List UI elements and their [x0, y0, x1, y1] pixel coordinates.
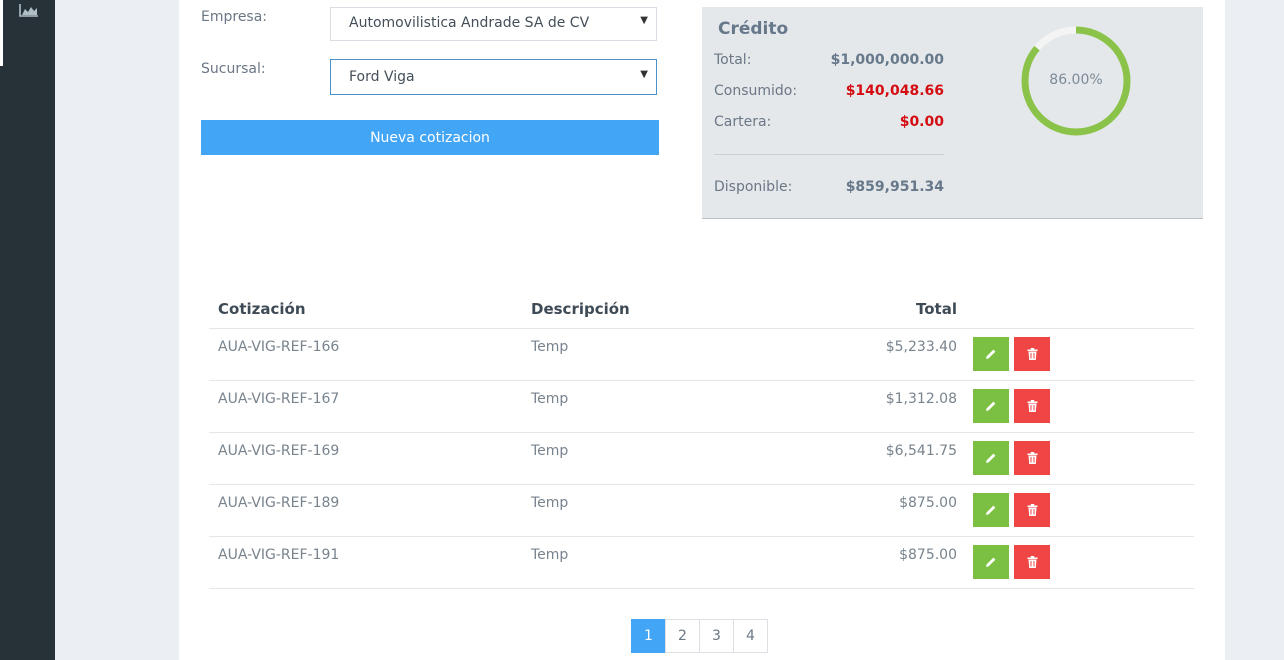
- trash-icon: [1027, 504, 1038, 516]
- sucursal-select[interactable]: Ford Viga ▼: [330, 59, 657, 95]
- total-cell: $6,541.75: [885, 443, 957, 459]
- trash-icon: [1027, 556, 1038, 568]
- empresa-selected-value: Automovilistica Andrade SA de CV: [349, 15, 590, 31]
- pencil-icon: [985, 452, 997, 464]
- chevron-down-icon: ▼: [640, 15, 648, 26]
- description-cell: Temp: [531, 443, 569, 459]
- quote-id-cell: AUA-VIG-REF-189: [218, 495, 340, 511]
- sucursal-selected-value: Ford Viga: [349, 69, 415, 85]
- delete-button[interactable]: [1014, 389, 1050, 423]
- credit-divider: [714, 154, 944, 155]
- pagination: 1 2 3 4: [631, 619, 768, 653]
- credit-row-portfolio: Cartera: $0.00: [714, 114, 944, 130]
- sucursal-label: Sucursal:: [201, 61, 266, 77]
- page-link-4[interactable]: 4: [733, 619, 768, 653]
- delete-button[interactable]: [1014, 493, 1050, 527]
- trash-icon: [1027, 400, 1038, 412]
- pencil-icon: [985, 556, 997, 568]
- trash-icon: [1027, 348, 1038, 360]
- delete-button[interactable]: [1014, 441, 1050, 475]
- row-divider: [209, 588, 1194, 589]
- page-link-2[interactable]: 2: [665, 619, 700, 653]
- credit-title: Crédito: [718, 19, 789, 39]
- page-link-3[interactable]: 3: [699, 619, 734, 653]
- credit-portfolio-value: $0.00: [899, 114, 944, 130]
- pencil-icon: [985, 504, 997, 516]
- quote-id-cell: AUA-VIG-REF-169: [218, 443, 340, 459]
- credit-consumed-label: Consumido:: [714, 83, 798, 99]
- new-quote-button[interactable]: Nueva cotizacion: [201, 120, 659, 155]
- credit-portfolio-label: Cartera:: [714, 114, 772, 130]
- credit-available-value: $859,951.34: [845, 179, 944, 195]
- credit-total-label: Total:: [714, 52, 752, 68]
- delete-button[interactable]: [1014, 337, 1050, 371]
- credit-consumed-value: $140,048.66: [845, 83, 944, 99]
- description-cell: Temp: [531, 391, 569, 407]
- description-cell: Temp: [531, 495, 569, 511]
- credit-row-available: Disponible: $859,951.34: [714, 179, 944, 195]
- trash-icon: [1027, 452, 1038, 464]
- credit-total-value: $1,000,000.00: [830, 52, 944, 68]
- empresa-label: Empresa:: [201, 9, 268, 25]
- col-header-quote: Cotización: [218, 300, 306, 318]
- edit-button[interactable]: [973, 441, 1009, 475]
- col-header-description: Descripción: [531, 300, 630, 318]
- description-cell: Temp: [531, 547, 569, 563]
- sidebar: [0, 0, 55, 660]
- edit-button[interactable]: [973, 389, 1009, 423]
- total-cell: $875.00: [899, 495, 957, 511]
- quote-id-cell: AUA-VIG-REF-166: [218, 339, 340, 355]
- description-cell: Temp: [531, 339, 569, 355]
- sidebar-active-indicator: [0, 0, 3, 66]
- edit-button[interactable]: [973, 337, 1009, 371]
- credit-row-total: Total: $1,000,000.00: [714, 52, 944, 68]
- total-cell: $1,312.08: [885, 391, 957, 407]
- page-link-1[interactable]: 1: [631, 619, 666, 653]
- col-header-total: Total: [916, 300, 957, 318]
- credit-panel: Crédito Total: $1,000,000.00 Consumido: …: [702, 7, 1203, 219]
- edit-button[interactable]: [973, 493, 1009, 527]
- edit-button[interactable]: [973, 545, 1009, 579]
- credit-row-consumed: Consumido: $140,048.66: [714, 83, 944, 99]
- total-cell: $5,233.40: [885, 339, 957, 355]
- pencil-icon: [985, 348, 997, 360]
- credit-percent-label: 86.00%: [1049, 72, 1103, 88]
- pencil-icon: [985, 400, 997, 412]
- quote-id-cell: AUA-VIG-REF-191: [218, 547, 340, 563]
- empresa-select[interactable]: Automovilistica Andrade SA de CV ▼: [330, 7, 657, 41]
- area-chart-icon[interactable]: [19, 3, 39, 17]
- quote-id-cell: AUA-VIG-REF-167: [218, 391, 340, 407]
- total-cell: $875.00: [899, 547, 957, 563]
- chevron-down-icon: ▼: [640, 69, 648, 80]
- delete-button[interactable]: [1014, 545, 1050, 579]
- credit-available-label: Disponible:: [714, 179, 793, 195]
